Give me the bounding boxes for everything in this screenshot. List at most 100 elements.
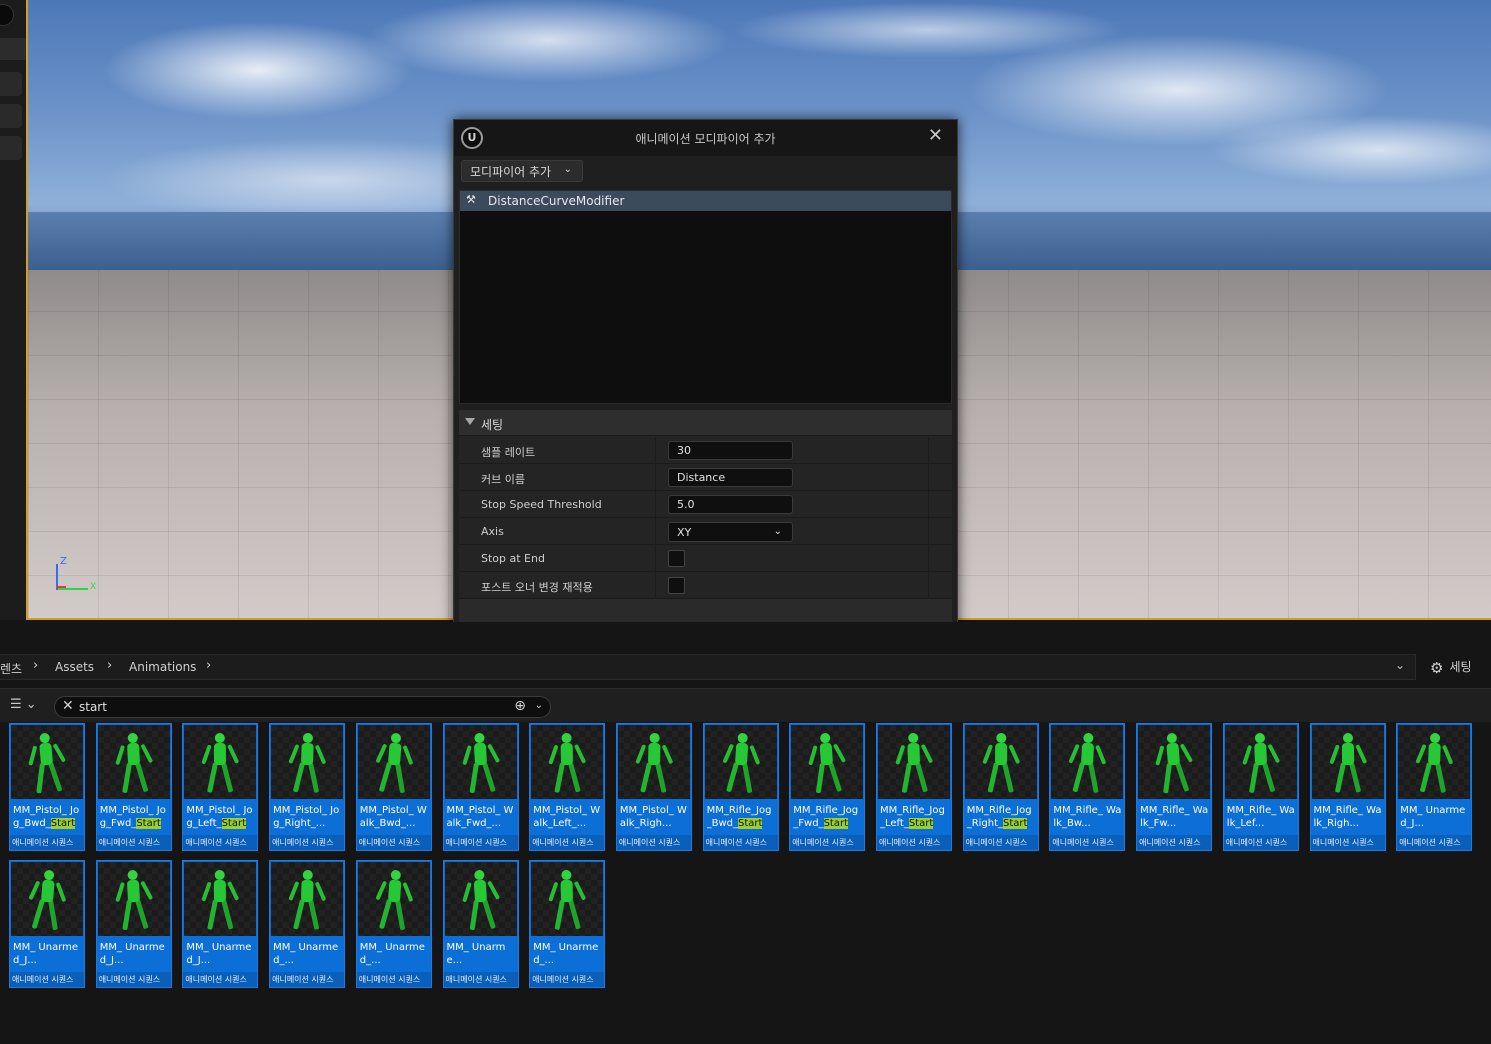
- asset-tile[interactable]: MM_ Unarmed_J... 애니메이션 시퀀스: [1396, 723, 1473, 851]
- asset-type-label: 애니메이션 시퀀스: [10, 835, 84, 850]
- asset-tile[interactable]: MM_ Unarmed_... 애니메이션 시퀀스: [529, 860, 606, 988]
- asset-type-label: 애니메이션 시퀀스: [96, 972, 171, 987]
- asset-name-text: MM_Pistol_ Walk_Righ...: [619, 805, 687, 829]
- search-input[interactable]: [79, 698, 479, 716]
- asset-tile[interactable]: MM_Pistol_ Jog_Left_Start 애니메이션 시퀀스: [182, 723, 259, 851]
- modifier-item[interactable]: ⚒ DistanceCurveModifier: [460, 191, 951, 211]
- browser-settings-button[interactable]: ⚙ 세팅: [1430, 658, 1472, 677]
- asset-tile[interactable]: MM_Rifle_ Walk_Righ... 애니메이션 시퀀스: [1309, 723, 1386, 851]
- tool-button-3[interactable]: [0, 136, 22, 160]
- asset-thumbnail: [1138, 725, 1211, 799]
- asset-name-text: MM_ Unarmed_...: [359, 942, 425, 966]
- asset-tile[interactable]: MM_ Unarme... 애니메이션 시퀀스: [442, 860, 519, 988]
- asset-tile[interactable]: MM_Pistol_ Walk_Bwd_... 애니메이션 시퀀스: [355, 723, 432, 851]
- tool-button-1[interactable]: [0, 72, 22, 96]
- property-value-cell: XY ⌄: [656, 518, 928, 544]
- asset-tile[interactable]: MM_ Unarmed_... 애니메이션 시퀀스: [269, 860, 346, 988]
- asset-tile[interactable]: MM_Rifle_Jog _Fwd_Start 애니메이션 시퀀스: [789, 723, 866, 851]
- character-figure-icon: [114, 869, 153, 932]
- asset-thumbnail: [271, 862, 344, 936]
- property-value-cell: Distance: [656, 464, 928, 490]
- asset-thumbnail: [444, 862, 517, 936]
- settings-header-label: 세팅: [481, 418, 504, 432]
- asset-tile[interactable]: MM_Pistol_ Walk_Fwd_... 애니메이션 시퀀스: [442, 723, 519, 851]
- asset-tile[interactable]: MM_ Unarmed_J... 애니메이션 시퀀스: [9, 860, 85, 988]
- asset-name-text: MM_Rifle_ Walk_Lef...: [1226, 805, 1295, 829]
- asset-name: MM_Rifle_ Walk_Fw...: [1140, 804, 1210, 830]
- browser-settings-label: 세팅: [1449, 660, 1472, 674]
- filter-icon[interactable]: ☰ ⌄: [10, 697, 37, 712]
- asset-name-text: MM_ Unarmed_J...: [13, 942, 79, 966]
- asset-tile[interactable]: MM_ Unarmed_J... 애니메이션 시퀀스: [182, 860, 259, 988]
- chevron-down-icon[interactable]: ⌄: [1395, 658, 1405, 672]
- close-icon[interactable]: ✕: [928, 125, 943, 146]
- asset-name: MM_ Unarmed_J...: [13, 941, 83, 967]
- asset-name-text: MM_ Unarmed_J...: [186, 942, 252, 966]
- asset-name-text: MM_Rifle_ Walk_Fw...: [1140, 805, 1209, 829]
- filter-toolbar: ☰ ⌄ ✕ ⊕ ⌄: [0, 688, 1491, 722]
- asset-thumbnail: [531, 862, 604, 936]
- reapply-post-owner-checkbox[interactable]: [668, 577, 685, 594]
- add-filter-icon[interactable]: ⊕: [514, 698, 526, 714]
- clear-search-icon[interactable]: ✕: [62, 698, 74, 714]
- asset-tile[interactable]: MM_Pistol_ Walk_Righ... 애니메이션 시퀀스: [615, 723, 692, 851]
- sample-rate-input[interactable]: 30: [668, 441, 793, 460]
- x-axis-label: X: [90, 582, 97, 592]
- character-figure-icon: [461, 732, 500, 795]
- asset-tile[interactable]: MM_Rifle_ Walk_Fw... 애니메이션 시퀀스: [1136, 723, 1213, 851]
- asset-thumbnail: [11, 725, 83, 799]
- asset-name-text: MM_ Unarmed_J...: [99, 942, 165, 966]
- asset-tile[interactable]: MM_ Unarmed_... 애니메이션 시퀀스: [355, 860, 432, 988]
- asset-thumbnail: [97, 862, 170, 936]
- asset-name: MM_ Unarme...: [447, 941, 517, 967]
- asset-thumbnail: [11, 862, 83, 936]
- breadcrumb-item[interactable]: 렌츠: [0, 660, 22, 677]
- stop-at-end-checkbox[interactable]: [668, 550, 685, 567]
- asset-name-highlight: Start: [136, 818, 161, 829]
- character-figure-icon: [1155, 732, 1194, 796]
- character-figure-icon: [461, 869, 500, 932]
- asset-name: MM_Rifle_Jog _Left_Start: [880, 804, 950, 830]
- curve-name-input[interactable]: Distance: [668, 468, 793, 487]
- character-figure-icon: [721, 732, 760, 795]
- asset-tile[interactable]: MM_Rifle_ Walk_Lef... 애니메이션 시퀀스: [1222, 723, 1299, 851]
- asset-tile[interactable]: MM_Pistol_ Jog_Bwd_Start 애니메이션 시퀀스: [9, 723, 85, 851]
- chevron-right-icon[interactable]: ›: [206, 658, 211, 673]
- chevron-down-icon[interactable]: ⌄: [535, 700, 543, 711]
- search-box[interactable]: ✕ ⊕ ⌄: [54, 696, 551, 718]
- asset-thumbnail: [1398, 725, 1471, 799]
- asset-tile[interactable]: MM_Rifle_Jog _Bwd_Start 애니메이션 시퀀스: [702, 723, 779, 851]
- settings-category-header[interactable]: 세팅: [459, 410, 952, 436]
- asset-tile[interactable]: MM_Rifle_Jog _Left_Start 애니메이션 시퀀스: [876, 723, 952, 851]
- character-figure-icon: [635, 732, 674, 796]
- dialog-titlebar[interactable]: U 애니메이션 모디파이어 추가 ✕: [454, 120, 957, 156]
- breadcrumb-item[interactable]: Assets: [55, 660, 94, 674]
- axis-select[interactable]: XY ⌄: [668, 522, 793, 542]
- asset-thumbnail: [1311, 725, 1384, 799]
- record-button[interactable]: [0, 4, 14, 26]
- add-modifier-dropdown[interactable]: 모디파이어 추가 ⌄: [461, 160, 583, 182]
- axis-gizmo: Z X: [56, 556, 106, 600]
- asset-thumbnail: [184, 862, 257, 936]
- chevron-down-icon: ⌄: [563, 164, 572, 175]
- asset-type-label: 애니메이션 시퀀스: [10, 972, 84, 987]
- chevron-right-icon[interactable]: ›: [33, 658, 38, 673]
- breadcrumb-item[interactable]: Animations: [129, 660, 196, 674]
- asset-tile[interactable]: MM_Rifle_ Walk_Bw... 애니메이션 시퀀스: [1049, 723, 1126, 851]
- dialog-title: 애니메이션 모디파이어 추가: [635, 132, 776, 146]
- asset-name: MM_Pistol_ Jog_Bwd_Start: [13, 804, 83, 830]
- character-figure-icon: [114, 732, 153, 795]
- asset-tile[interactable]: MM_Pistol_ Jog_Fwd_Start 애니메이션 시퀀스: [95, 723, 172, 851]
- asset-tile[interactable]: MM_Pistol_ Walk_Left_... 애니메이션 시퀀스: [529, 723, 606, 851]
- asset-tile[interactable]: MM_Pistol_ Jog_Right_... 애니메이션 시퀀스: [269, 723, 346, 851]
- asset-name: MM_Pistol_ Walk_Fwd_...: [447, 804, 517, 830]
- asset-tile[interactable]: MM_ Unarmed_J... 애니메이션 시퀀스: [95, 860, 172, 988]
- chevron-right-icon[interactable]: ›: [107, 658, 112, 673]
- modifier-list[interactable]: ⚒ DistanceCurveModifier: [459, 190, 952, 404]
- tool-button-2[interactable]: [0, 104, 22, 128]
- asset-name-text: MM_Rifle_ Walk_Righ...: [1313, 805, 1382, 829]
- asset-name: MM_Rifle_ Walk_Bw...: [1053, 804, 1123, 830]
- asset-name: MM_Rifle_ Walk_Lef...: [1227, 804, 1297, 830]
- asset-tile[interactable]: MM_Rifle_Jog _Right_Start 애니메이션 시퀀스: [962, 723, 1039, 851]
- stop-speed-threshold-input[interactable]: 5.0: [668, 495, 793, 514]
